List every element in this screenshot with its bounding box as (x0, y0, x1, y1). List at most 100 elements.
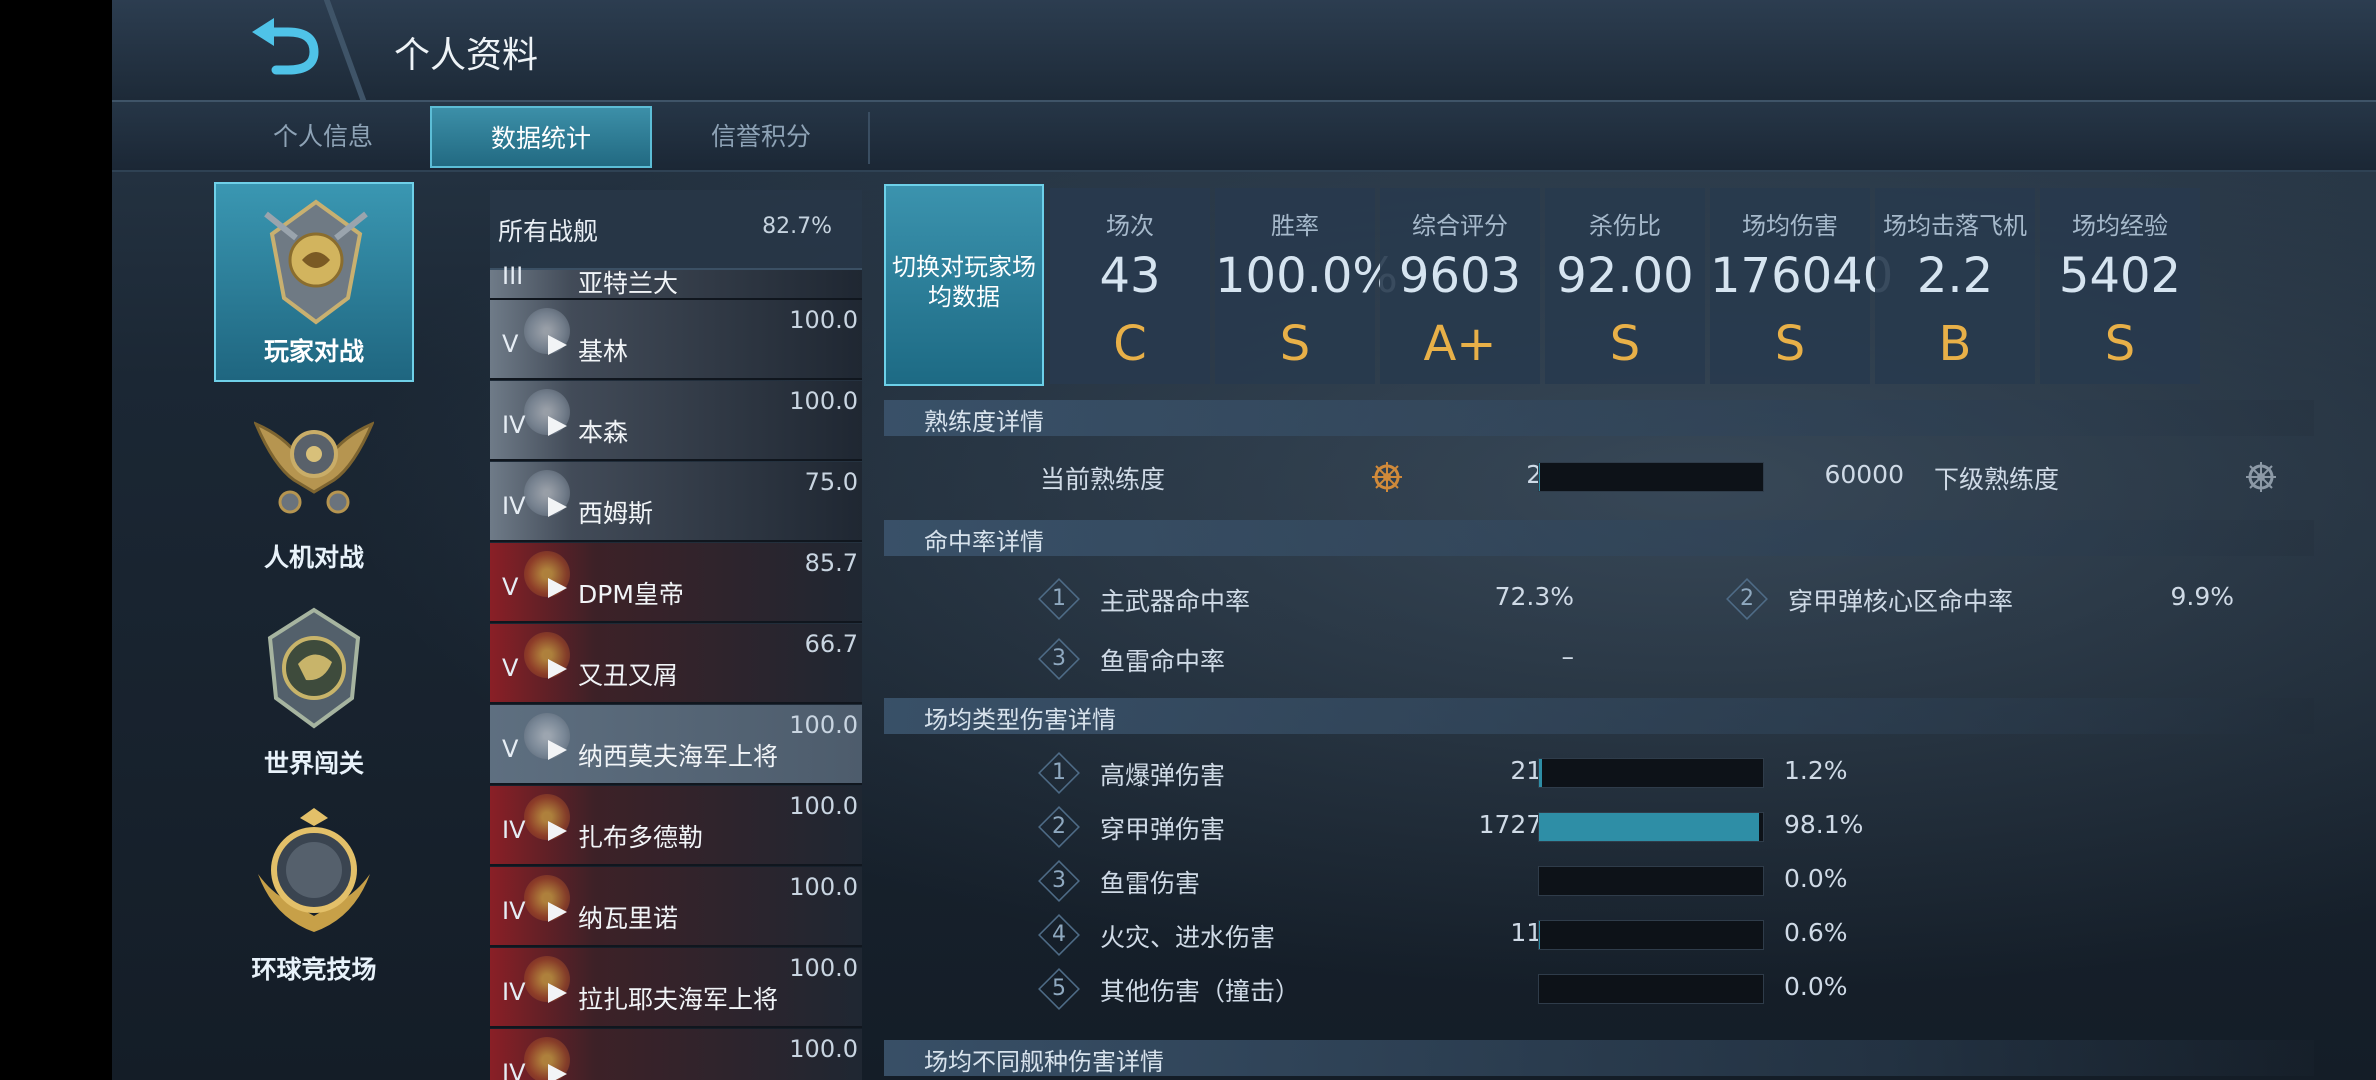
ship-row[interactable]: IV 纳瓦里诺 100.0 (490, 867, 862, 947)
stat-card: 场均伤害 176040 S (1710, 188, 1894, 384)
ship-class-icon (548, 1064, 567, 1080)
ship-tier: III (502, 262, 524, 290)
stat-label: 胜率 (1271, 212, 1319, 240)
section-title: 熟练度详情 (924, 408, 1044, 436)
ship-tier: IV (502, 492, 526, 520)
next-proficiency-label: 下级熟练度 (1934, 465, 2060, 494)
damage-label: 火灾、进水伤害 (1100, 923, 1276, 952)
all-ships-label: 所有战舰 (498, 217, 599, 246)
tab-bar: 个人信息 数据统计 信誉积分 (112, 102, 2376, 172)
damage-label: 鱼雷伤害 (1100, 869, 1201, 898)
ship-winrate: 66.7 (804, 630, 858, 658)
section-ship-type-damage: 场均不同舰种伤害详情 (884, 1040, 2314, 1076)
ship-tier: V (502, 735, 519, 763)
ship-row[interactable]: V 纳西莫夫海军上将 100.0 (490, 705, 862, 785)
section-hit-rate: 命中率详情 (884, 520, 2314, 556)
damage-label: 高爆弹伤害 (1100, 761, 1226, 790)
stat-grade: S (2104, 316, 2136, 372)
proficiency-progress-fill (1539, 463, 1541, 491)
ship-tier: V (502, 573, 519, 601)
mode-label: 玩家对战 (263, 337, 364, 366)
item-number: 2 (1732, 584, 1762, 614)
mode-global-arena[interactable]: 环球竞技场 (214, 798, 414, 998)
stat-value: 92.00 (1556, 248, 1694, 304)
ship-row[interactable]: V 又丑又屑 66.7 (490, 624, 862, 704)
ship-name: 拉扎耶夫海军上将 (578, 985, 779, 1014)
stat-value: 5402 (2058, 248, 2182, 304)
ship-row[interactable]: V 基林 100.0 (490, 300, 862, 380)
ship-tier: V (502, 654, 519, 682)
main-gun-hit-value: 72.3% (1494, 582, 1574, 611)
stat-grade: S (1609, 316, 1641, 372)
damage-share-bar (1538, 758, 1764, 788)
mode-world-challenge[interactable]: 世界闯关 (214, 592, 414, 792)
ship-winrate: 100.0 (789, 954, 858, 982)
ship-class-icon (548, 659, 567, 679)
ship-winrate: 85.7 (804, 549, 858, 577)
damage-share-bar (1538, 974, 1764, 1004)
switch-average-button[interactable]: 切换对玩家场均数据 (884, 184, 1044, 386)
stat-label: 杀伤比 (1589, 212, 1661, 240)
ship-winrate: 75.0 (804, 468, 858, 496)
item-number: 1 (1044, 584, 1074, 614)
ship-winrate: 100.0 (789, 1035, 858, 1063)
all-ships-winrate: 82.7% (762, 214, 832, 239)
tab-personal-info[interactable]: 个人信息 (218, 106, 428, 168)
pvp-emblem-icon (264, 199, 368, 325)
stat-label: 场均击落飞机 (1883, 212, 2027, 240)
ship-row[interactable]: IV 拉扎耶夫海军上将 100.0 (490, 948, 862, 1028)
ship-name: 纳瓦里诺 (578, 904, 679, 933)
damage-share-fill (1539, 813, 1759, 841)
global-arena-emblem-icon (258, 808, 370, 932)
stat-card: 杀伤比 92.00 S (1545, 188, 1705, 384)
back-arrow-icon[interactable] (240, 18, 330, 78)
mode-label: 环球竞技场 (251, 955, 377, 984)
mode-pvp[interactable]: 玩家对战 (214, 182, 414, 382)
section-title: 命中率详情 (924, 528, 1044, 556)
stat-value: 100.0% (1215, 248, 1399, 304)
mode-label: 世界闯关 (263, 749, 364, 778)
ship-row[interactable]: IV 100.0 (490, 1029, 862, 1080)
all-ships-row[interactable]: 所有战舰 82.7% (490, 190, 862, 270)
ship-row[interactable]: IV 扎布多德勒 100.0 (490, 786, 862, 866)
ship-name: 西姆斯 (578, 499, 654, 528)
ship-list: 所有战舰 82.7% III 亚特兰大 V 基林 100.0 IV 本森 100.0 IV 西… (490, 190, 862, 1080)
tab-credit-score[interactable]: 信誉积分 (654, 106, 868, 168)
next-level-helm-icon (2246, 462, 2276, 492)
ship-winrate: 100.0 (789, 873, 858, 901)
damage-share-fill (1539, 921, 1541, 949)
section-title: 场均不同舰种伤害详情 (924, 1048, 1164, 1076)
ship-name: 又丑又屑 (578, 661, 679, 690)
torpedo-hit-value: – (1561, 642, 1575, 671)
stat-grade: S (1279, 316, 1311, 372)
item-number: 3 (1044, 866, 1074, 896)
ship-row[interactable]: IV 本森 100.0 (490, 381, 862, 461)
proficiency-progress-bar (1538, 462, 1764, 492)
main-gun-hit-label: 主武器命中率 (1100, 587, 1251, 616)
tab-statistics[interactable]: 数据统计 (430, 106, 652, 168)
stat-label: 场次 (1106, 212, 1154, 240)
switch-button-label: 切换对玩家场均数据 (892, 253, 1036, 311)
mode-nav: 玩家对战 人机对战 世界闯关 环球竞技场 (112, 172, 416, 1080)
stat-value: 9603 (1398, 248, 1522, 304)
item-number: 3 (1044, 644, 1074, 674)
stat-value: 176040 (1710, 248, 1894, 304)
damage-percent: 0.6% (1784, 918, 1848, 947)
proficiency-helm-icon (1372, 462, 1402, 492)
ship-winrate: 100.0 (789, 306, 858, 334)
stat-grade: B (1938, 316, 1972, 372)
ship-row-partial[interactable]: III 亚特兰大 (490, 262, 862, 300)
ship-winrate: 100.0 (789, 711, 858, 739)
section-proficiency: 熟练度详情 (884, 400, 2314, 436)
ship-tier: IV (502, 978, 526, 1006)
left-black-bar (0, 0, 112, 1080)
section-damage-type: 场均类型伤害详情 (884, 698, 2314, 734)
stat-value: 2.2 (1916, 248, 1994, 304)
ship-row[interactable]: V DPM皇帝 85.7 (490, 543, 862, 623)
damage-share-bar (1538, 812, 1764, 842)
stat-label: 场均伤害 (1742, 212, 1838, 240)
ship-winrate: 100.0 (789, 792, 858, 820)
mode-pve[interactable]: 人机对战 (214, 386, 414, 586)
ship-name: 纳西莫夫海军上将 (578, 742, 779, 771)
ship-row[interactable]: IV 西姆斯 75.0 (490, 462, 862, 542)
